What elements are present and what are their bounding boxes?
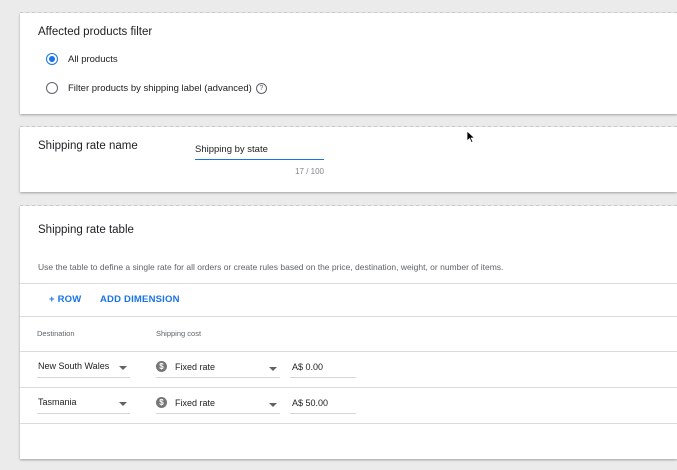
destination-value: New South Wales	[38, 361, 110, 371]
add-dimension-button[interactable]: ADD DIMENSION	[100, 294, 180, 305]
affected-products-filter-card: Affected products filter All products Fi…	[20, 12, 677, 114]
shipping-rate-table-card: Shipping rate table Use the table to def…	[20, 205, 677, 459]
column-header-destination: Destination	[37, 329, 75, 338]
rate-table-title: Shipping rate table	[38, 224, 134, 236]
destination-value: Tasmania	[38, 397, 77, 407]
chevron-down-icon	[119, 402, 127, 406]
divider	[20, 283, 677, 284]
shipping-rate-name-input[interactable]: Shipping by state	[195, 144, 324, 160]
rate-table-description: Use the table to define a single rate fo…	[38, 262, 504, 272]
character-counter: 17 / 100	[295, 167, 324, 176]
cost-type-value: Fixed rate	[175, 362, 216, 372]
dollar-circle-icon: $	[156, 397, 167, 408]
cost-type-value: Fixed rate	[175, 398, 216, 408]
table-row: New South Wales $ Fixed rate A$ 0.00	[20, 351, 677, 387]
chevron-down-icon	[269, 367, 277, 371]
radio-filter-by-shipping-label[interactable]: Filter products by shipping label (advan…	[46, 82, 267, 94]
radio-checked-icon[interactable]	[46, 53, 58, 65]
radio-label: Filter products by shipping label (advan…	[68, 82, 252, 94]
amount-value: A$ 0.00	[292, 362, 324, 372]
mouse-cursor-icon	[466, 130, 476, 144]
shipping-cost-type-dropdown[interactable]: $ Fixed rate	[156, 359, 280, 378]
radio-unchecked-icon[interactable]	[46, 82, 58, 94]
table-row: Tasmania $ Fixed rate A$ 50.00	[20, 387, 677, 423]
shipping-amount-input[interactable]: A$ 0.00	[290, 359, 356, 378]
column-header-shipping-cost: Shipping cost	[156, 329, 202, 338]
chevron-down-icon	[269, 403, 277, 407]
shipping-rate-name-label: Shipping rate name	[38, 140, 138, 152]
radio-label: All products	[68, 53, 118, 65]
add-row-button[interactable]: + ROW	[49, 294, 81, 305]
dollar-circle-icon: $	[156, 361, 167, 372]
radio-all-products[interactable]: All products	[46, 53, 118, 65]
destination-dropdown[interactable]: New South Wales	[37, 359, 130, 378]
filter-card-title: Affected products filter	[38, 26, 153, 38]
divider	[20, 316, 677, 317]
destination-dropdown[interactable]: Tasmania	[37, 395, 130, 414]
help-circle-icon[interactable]: ?	[255, 82, 267, 94]
shipping-cost-type-dropdown[interactable]: $ Fixed rate	[156, 395, 280, 414]
amount-value: A$ 50.00	[292, 398, 329, 408]
divider	[20, 423, 677, 424]
chevron-down-icon	[119, 366, 127, 370]
shipping-rate-name-card: Shipping rate name Shipping by state 17 …	[20, 126, 677, 192]
shipping-amount-input[interactable]: A$ 50.00	[290, 395, 356, 414]
